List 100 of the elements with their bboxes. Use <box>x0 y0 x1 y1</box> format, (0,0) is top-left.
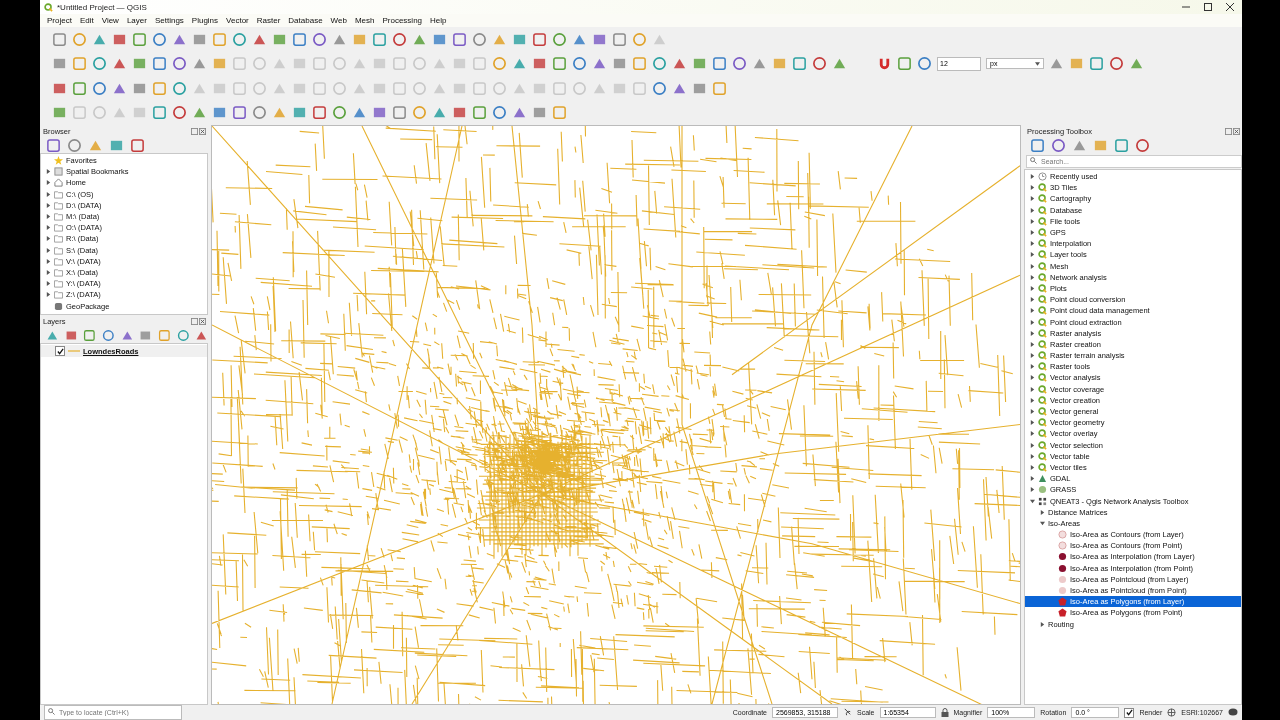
tool-icon[interactable] <box>652 80 667 96</box>
tool-icon[interactable] <box>152 31 167 47</box>
menu-item[interactable]: Database <box>285 16 328 25</box>
tool-icon[interactable] <box>412 105 427 121</box>
tool-icon[interactable] <box>312 105 327 121</box>
tool-icon[interactable] <box>72 80 87 96</box>
menu-item[interactable]: Layer <box>123 16 152 25</box>
expanded-arrow-icon[interactable] <box>1039 520 1045 526</box>
qgis-logo-icon <box>1038 239 1047 249</box>
tool-icon[interactable] <box>712 80 727 96</box>
float-icon[interactable] <box>191 317 198 325</box>
menu-item[interactable]: Project <box>44 16 77 25</box>
expanded-arrow-icon[interactable] <box>1029 498 1035 504</box>
tool-icon[interactable] <box>917 56 932 72</box>
tool-icon[interactable] <box>897 56 912 72</box>
tool-icon[interactable] <box>72 31 87 47</box>
menu-item[interactable]: Vector <box>223 16 254 25</box>
tool-icon[interactable] <box>792 56 807 72</box>
tool-icon[interactable] <box>102 327 115 343</box>
tool-icon[interactable] <box>392 31 407 47</box>
message-icon[interactable] <box>1228 708 1238 717</box>
tool-icon[interactable] <box>652 56 667 72</box>
layer-checkbox[interactable] <box>55 346 65 356</box>
tool-icon[interactable] <box>632 31 647 47</box>
tool-icon[interactable] <box>92 80 107 96</box>
maximize-icon[interactable] <box>1204 3 1212 11</box>
tool-icon[interactable] <box>452 31 467 47</box>
tool-icon[interactable] <box>712 56 727 72</box>
tool-icon[interactable] <box>372 31 387 47</box>
tool-icon[interactable] <box>472 31 487 47</box>
tool-icon[interactable] <box>152 105 167 121</box>
tool-icon[interactable] <box>1089 56 1104 72</box>
menu-item[interactable]: Processing <box>379 16 428 25</box>
window-title: *Untitled Project — QGIS <box>57 2 147 12</box>
tool-icon[interactable] <box>92 56 107 72</box>
tool-icon[interactable] <box>472 105 487 121</box>
menu-item[interactable]: Help <box>427 16 452 25</box>
tool-icon[interactable] <box>232 31 247 47</box>
menu-item[interactable]: View <box>98 16 124 25</box>
tool-icon[interactable] <box>67 137 82 153</box>
tool-icon[interactable] <box>212 31 227 47</box>
plugin-icon <box>1038 496 1047 506</box>
close-icon[interactable] <box>1226 3 1234 11</box>
qgis-logo-icon <box>1038 317 1047 327</box>
tool-icon[interactable] <box>732 56 747 72</box>
tool-icon[interactable] <box>172 80 187 96</box>
qgis-logo-icon <box>44 2 53 12</box>
tool-icon[interactable] <box>332 105 347 121</box>
tool-icon[interactable] <box>152 56 167 72</box>
menu-item[interactable]: Edit <box>76 16 99 25</box>
float-icon[interactable] <box>1225 127 1232 135</box>
qgis-logo-icon <box>1038 373 1047 383</box>
magnet-icon[interactable] <box>877 56 892 72</box>
tool-icon[interactable] <box>1030 137 1045 153</box>
float-icon[interactable] <box>191 127 198 135</box>
minimize-icon[interactable] <box>1182 3 1190 11</box>
tool-icon[interactable] <box>552 105 567 121</box>
qgis-logo-icon <box>1038 205 1047 215</box>
qgis-logo-icon <box>1038 250 1047 260</box>
tool-icon[interactable] <box>632 56 647 72</box>
tool-icon[interactable] <box>1114 137 1129 153</box>
tool-icon[interactable] <box>552 56 567 72</box>
tool-icon[interactable] <box>1051 137 1066 153</box>
tool-icon[interactable] <box>252 105 267 121</box>
menu-item[interactable]: Web <box>327 16 352 25</box>
tool-icon[interactable] <box>152 80 167 96</box>
tool-icon[interactable] <box>492 56 507 72</box>
tool-icon[interactable] <box>312 31 327 47</box>
menu-item[interactable]: Raster <box>253 16 286 25</box>
menu-item[interactable]: Plugins <box>188 16 224 25</box>
tool-icon[interactable] <box>130 137 145 153</box>
qgis-logo-icon <box>1038 429 1047 439</box>
tool-icon[interactable] <box>172 105 187 121</box>
tool-icon[interactable] <box>812 56 827 72</box>
tool-icon[interactable] <box>292 31 307 47</box>
collapsed-arrow-icon[interactable] <box>1039 509 1045 515</box>
tool-icon[interactable] <box>552 31 567 47</box>
qgis-logo-icon <box>1038 395 1047 405</box>
tool-icon[interactable] <box>1135 137 1150 153</box>
tool-icon[interactable] <box>232 105 247 121</box>
menu-item[interactable]: Mesh <box>351 16 380 25</box>
globe-icon[interactable] <box>1167 708 1177 717</box>
tool-icon[interactable] <box>46 137 61 153</box>
tool-icon[interactable] <box>612 31 627 47</box>
tool-icon[interactable] <box>72 56 87 72</box>
render-checkbox[interactable] <box>1124 707 1135 718</box>
tool-icon[interactable] <box>392 105 407 121</box>
collapsed-arrow-icon[interactable] <box>1039 621 1045 627</box>
tool-icon[interactable] <box>176 327 190 343</box>
tool-icon[interactable] <box>83 327 96 343</box>
tool-icon[interactable] <box>172 56 187 72</box>
tool-icon[interactable] <box>572 56 587 72</box>
menu-item[interactable]: Settings <box>151 16 189 25</box>
tool-icon[interactable] <box>52 31 67 47</box>
tool-icon[interactable] <box>1109 56 1124 72</box>
tool-icon[interactable] <box>132 31 147 47</box>
tool-icon[interactable] <box>158 327 171 343</box>
tool-icon[interactable] <box>492 105 507 121</box>
lock-icon[interactable] <box>940 708 949 717</box>
tool-icon[interactable] <box>532 31 547 47</box>
